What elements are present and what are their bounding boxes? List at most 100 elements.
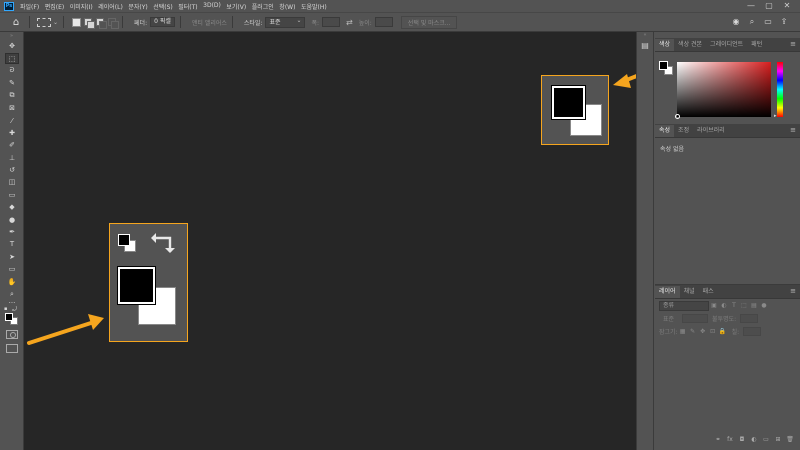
width-input[interactable]	[322, 17, 341, 27]
add-mask-icon[interactable]: ◘	[736, 436, 748, 448]
panel-menu-icon[interactable]: ≡	[790, 126, 796, 134]
account-icon[interactable]: ◉	[728, 17, 744, 27]
menu-type[interactable]: 문자(Y)	[128, 2, 147, 11]
layer-style-icon[interactable]: fx	[724, 436, 736, 448]
intersect-selection-icon[interactable]	[108, 17, 120, 29]
workspace-icon[interactable]: ▭	[760, 17, 776, 27]
menu-file[interactable]: 파일(F)	[20, 2, 39, 11]
close-button[interactable]: ✕	[778, 1, 796, 10]
marquee-preset-icon[interactable]	[37, 17, 51, 27]
share-icon[interactable]: ⇪	[776, 17, 792, 27]
crop-icon[interactable]: ⧉	[0, 90, 24, 102]
lock-all-icon[interactable]: 🔒	[718, 328, 728, 335]
move-icon[interactable]: ✥	[0, 40, 24, 52]
menu-help[interactable]: 도움말(H)	[301, 2, 327, 11]
lock-image-icon[interactable]: ✎	[688, 328, 698, 335]
hue-slider[interactable]	[777, 62, 783, 117]
color-picker-field[interactable]	[677, 62, 771, 117]
default-colors-icon[interactable]: ▪	[4, 306, 7, 312]
tab-adjustments[interactable]: 조정	[674, 125, 693, 137]
layer-kind-filter[interactable]: 종류	[659, 300, 709, 311]
tab-paths[interactable]: 패스	[699, 286, 718, 298]
healing-icon[interactable]: ✚	[0, 127, 24, 139]
swap-dimensions-icon[interactable]: ⇄	[346, 18, 353, 27]
menu-plugins[interactable]: 플러그인	[252, 2, 274, 11]
filter-type-icon[interactable]: T	[729, 302, 739, 309]
adjustment-layer-icon[interactable]: ◐	[748, 436, 760, 448]
menu-image[interactable]: 이미지(I)	[70, 2, 93, 11]
tab-layers[interactable]: 레이어	[655, 286, 680, 298]
history-brush-icon[interactable]: ↺	[0, 164, 24, 176]
new-group-icon[interactable]: ▭	[760, 436, 772, 448]
panel-menu-icon[interactable]: ≡	[790, 287, 796, 295]
search-icon[interactable]: ⌕	[744, 17, 760, 27]
select-and-mask-button[interactable]: 선택 및 마스크...	[400, 15, 458, 29]
lock-position-icon[interactable]: ✥	[698, 328, 708, 335]
antialias-checkbox[interactable]: 앤티 앨리어스	[192, 18, 227, 27]
menu-window[interactable]: 창(W)	[279, 2, 295, 11]
clone-stamp-icon[interactable]: ⊥	[0, 152, 24, 164]
dodge-icon[interactable]: ●	[0, 213, 24, 225]
rectangle-icon[interactable]: ▭	[0, 263, 24, 275]
gradient-icon[interactable]: ▭	[0, 189, 24, 201]
height-input[interactable]	[374, 17, 393, 27]
menu-edit[interactable]: 편집(E)	[45, 2, 65, 11]
rect-marquee-icon[interactable]: ⬚	[0, 52, 24, 65]
feather-input[interactable]: 0 픽셀	[150, 17, 175, 27]
trash-icon[interactable]: 🗑	[784, 436, 796, 448]
foreground-color-swatch[interactable]	[659, 61, 668, 70]
type-icon[interactable]: T	[0, 238, 24, 250]
path-select-icon[interactable]: ➤	[0, 251, 24, 263]
lock-artboard-icon[interactable]: ⊡	[708, 328, 718, 335]
minimize-button[interactable]: —	[742, 1, 760, 10]
eyedropper-icon[interactable]: ⁄	[0, 114, 24, 126]
new-layer-icon[interactable]: ⊞	[772, 436, 784, 448]
brush-icon[interactable]: ✐	[0, 139, 24, 151]
tab-patterns[interactable]: 패턴	[747, 39, 766, 51]
filter-smart-icon[interactable]: ▤	[749, 302, 759, 309]
subtract-selection-icon[interactable]	[96, 17, 108, 29]
eraser-icon[interactable]: ◫	[0, 176, 24, 188]
menu-select[interactable]: 선택(S)	[153, 2, 173, 11]
menu-layer[interactable]: 레이어(L)	[98, 2, 123, 11]
tab-libraries[interactable]: 라이브러리	[693, 125, 729, 137]
new-selection-icon[interactable]	[72, 17, 82, 27]
home-icon[interactable]: ⌂	[8, 17, 24, 28]
tab-gradients[interactable]: 그레이디언트	[706, 39, 747, 51]
maximize-button[interactable]: ▢	[760, 1, 778, 10]
menu-view[interactable]: 보기(V)	[226, 2, 246, 11]
blend-mode-select[interactable]: 표준	[663, 314, 674, 323]
panel-menu-icon[interactable]: ≡	[790, 40, 796, 48]
style-select[interactable]: 표준	[265, 16, 306, 28]
link-layers-icon[interactable]: ⚭	[712, 436, 724, 448]
filter-shape-icon[interactable]: ⬚	[739, 302, 749, 309]
lock-transparent-icon[interactable]: ▦	[678, 328, 688, 335]
tab-properties[interactable]: 속성	[655, 125, 675, 137]
hand-icon[interactable]: ✋	[0, 275, 24, 287]
lasso-icon[interactable]: ᘐ	[0, 65, 24, 77]
chevron-down-icon[interactable]: ⌄	[53, 19, 58, 26]
dock-grip-icon[interactable]: «	[637, 32, 653, 38]
blend-mode-field[interactable]	[682, 314, 709, 323]
foreground-color-swatch[interactable]	[5, 313, 13, 321]
menu-filter[interactable]: 필터(T)	[178, 2, 197, 11]
tools-grip-icon[interactable]: »	[0, 32, 23, 40]
quick-select-icon[interactable]: ✎	[0, 77, 24, 89]
filter-pixel-icon[interactable]: ▣	[709, 302, 719, 309]
tab-color[interactable]: 색상	[655, 39, 675, 51]
fill-input[interactable]	[743, 327, 762, 336]
filter-adjust-icon[interactable]: ◐	[719, 302, 729, 309]
tab-channels[interactable]: 채널	[680, 286, 699, 298]
filter-toggle-icon[interactable]: ●	[759, 302, 769, 309]
hue-slider-handle[interactable]: ▸	[774, 113, 777, 119]
frame-icon[interactable]: ⊠	[0, 102, 24, 114]
color-picker-marker[interactable]	[675, 114, 680, 119]
quick-mask-icon[interactable]	[6, 330, 18, 339]
history-panel-icon[interactable]: ▤	[639, 41, 651, 53]
opacity-input[interactable]	[740, 314, 759, 323]
menu-3d[interactable]: 3D(D)	[203, 2, 221, 11]
add-selection-icon[interactable]	[84, 17, 96, 29]
blur-icon[interactable]: ◆	[0, 201, 24, 213]
screen-mode-icon[interactable]	[6, 344, 18, 353]
tab-swatches[interactable]: 색상 견본	[674, 39, 706, 51]
